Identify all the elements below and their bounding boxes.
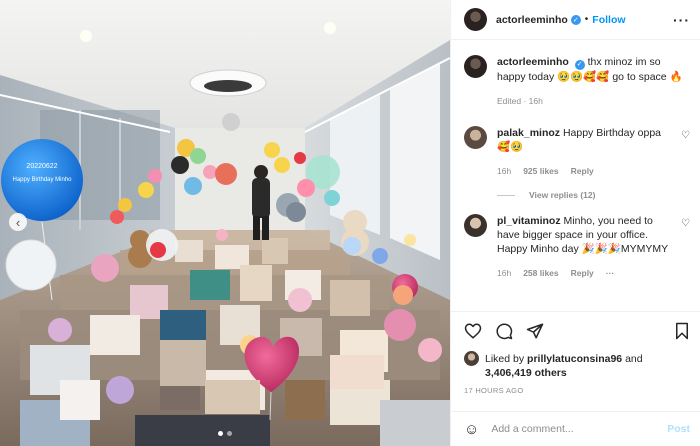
comment-more-icon[interactable]: ··· [606,266,615,280]
comment-time[interactable]: 16h [497,266,511,280]
caption-username[interactable]: actorleeminho [497,56,569,68]
comment-icon[interactable] [495,322,513,340]
carousel-indicator [0,431,450,436]
post-photo[interactable]: 20220622 Happy Birthday Minho ‹ [0,0,450,446]
comment-item: pl_vitaminoz Minho, you need to have big… [464,214,690,280]
liker-avatar[interactable] [464,351,479,366]
comment-reply-button[interactable]: Reply [571,164,594,178]
comment-like-heart-icon[interactable]: ♡ [681,130,690,178]
caption-edited-time: Edited · 16h [497,96,543,106]
comment-input[interactable] [491,423,668,435]
comment-item: palak_minoz Happy Birthday oppa 🥰🥹 16h 9… [464,126,690,178]
carousel-prev-button[interactable]: ‹ [9,213,27,231]
header-separator: • [584,14,589,25]
verified-badge-icon: ✓ [574,60,585,70]
comment-likes[interactable]: 258 likes [523,266,558,280]
instagram-post-modal: 20220622 Happy Birthday Minho ‹ actorlee… [0,0,700,446]
heart-icon[interactable] [464,322,482,340]
comment-meta: 16h 925 likes Reply [497,164,675,178]
post-side-panel: actorleeminho ✓ • Follow ··· actorleemin… [450,0,700,446]
post-comment-button[interactable]: Post [667,423,690,435]
share-icon[interactable] [526,322,544,340]
carousel-dot-active [218,431,223,436]
room-illustration: 20220622 Happy Birthday Minho [0,0,450,446]
comment-username[interactable]: pl_vitaminoz [497,215,561,227]
liker-username[interactable]: prillylatuconsina96 [527,353,622,365]
comment-meta: 16h 258 likes Reply ··· [497,266,675,280]
verified-badge-icon: ✓ [570,14,581,25]
comment-username[interactable]: palak_minoz [497,127,560,139]
likes-summary: Liked by prillylatuconsina96 and 3,406,4… [464,351,690,380]
bookmark-icon[interactable] [674,322,690,340]
replies-divider [497,194,515,196]
view-replies-button[interactable]: View replies (12) [497,190,690,200]
carousel-dot [227,431,232,436]
caption-meta: Edited · 16h [497,94,690,108]
comment-like-heart-icon[interactable]: ♡ [681,218,690,280]
post-actions: Liked by prillylatuconsina96 and 3,406,4… [451,311,700,395]
commenter-avatar[interactable] [464,214,487,237]
post-header: actorleeminho ✓ • Follow ··· [451,0,700,40]
owner-avatar[interactable] [464,8,487,31]
view-replies-label: View replies (12) [529,190,596,200]
likes-and: and [625,353,643,365]
action-icons [464,322,690,340]
balloon-text-date: 20220622 [26,163,57,170]
comment-reply-button[interactable]: Reply [571,266,594,280]
comment-time[interactable]: 16h [497,164,511,178]
caption-avatar[interactable] [464,55,487,78]
balloon-text-message: Happy Birthday Minho [12,177,72,183]
emoji-picker-icon[interactable]: ☺ [464,421,479,438]
likes-prefix: Liked by [485,353,525,365]
owner-username[interactable]: actorleeminho [496,14,568,26]
more-options-icon[interactable]: ··· [673,12,690,28]
post-caption: actorleeminho ✓ thx minoz im so happy to… [464,55,690,108]
commenter-avatar[interactable] [464,126,487,149]
likes-others-count[interactable]: 3,406,419 others [485,367,567,379]
comment-likes[interactable]: 925 likes [523,164,558,178]
follow-button[interactable]: Follow [592,14,625,26]
post-timestamp[interactable]: 17 HOURS AGO [464,386,690,395]
add-comment-bar: ☺ Post [451,411,700,446]
comments-list[interactable]: actorleeminho ✓ thx minoz im so happy to… [451,41,700,309]
